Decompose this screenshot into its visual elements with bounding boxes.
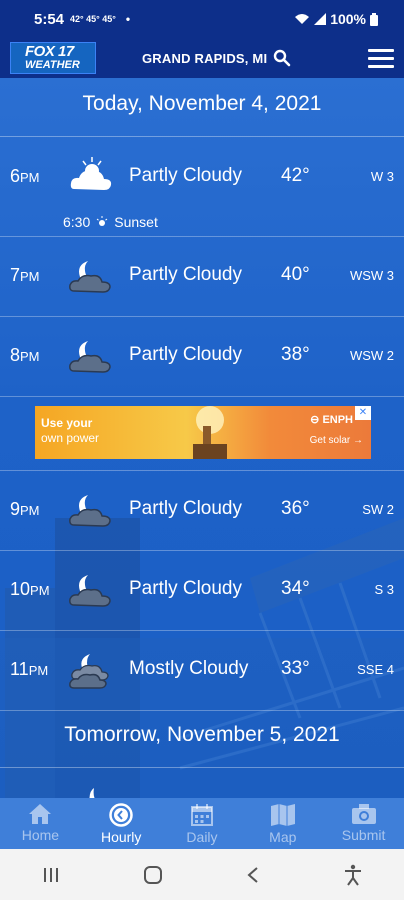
sunset-info: 6:30 Sunset <box>63 214 158 230</box>
condition-label: Partly Cloudy <box>129 165 242 186</box>
hour-label: 6 <box>10 166 21 186</box>
map-icon <box>270 804 295 826</box>
today-header: Today, November 4, 2021 <box>0 92 404 137</box>
temperature: 38° <box>281 344 310 365</box>
hour-label: 8 <box>10 345 21 365</box>
partly-cloudy-day-icon <box>70 157 112 190</box>
mostly-cloudy-night-icon <box>69 654 109 689</box>
hourly-forecast-list[interactable]: Today, November 4, 2021 6PM Partly Cloud… <box>0 78 404 798</box>
tab-map[interactable]: Map <box>242 798 323 849</box>
condition-label: Partly Cloudy <box>129 264 242 285</box>
temperature: 36° <box>281 498 310 519</box>
wifi-icon <box>295 14 310 24</box>
wind: SSE 4 <box>357 662 394 677</box>
location-label[interactable]: GRAND RAPIDS, MI <box>142 51 267 66</box>
battery-percent: 100% <box>330 11 366 27</box>
search-icon[interactable] <box>273 49 291 67</box>
hour-row[interactable]: 11PM Mostly Cloudy 33° SSE 4 <box>0 631 404 711</box>
temperature: 42° <box>281 165 310 186</box>
partly-cloudy-night-icon <box>89 788 95 798</box>
partly-cloudy-night-icon <box>69 575 111 607</box>
notification-dot-icon: • <box>125 12 131 26</box>
hour-row[interactable]: 8PM Partly Cloudy 38° WSW 2 <box>0 317 404 397</box>
condition-label: Partly Cloudy <box>129 498 242 519</box>
system-nav-bar <box>0 849 404 900</box>
tomorrow-header: Tomorrow, November 5, 2021 <box>0 723 404 768</box>
hour-row[interactable]: 9PM Partly Cloudy 36° SW 2 <box>0 471 404 551</box>
back-icon[interactable] <box>246 866 260 884</box>
partly-cloudy-night-icon <box>69 261 111 293</box>
hour-row[interactable]: 10PM Partly Cloudy 34° S 3 <box>0 551 404 631</box>
accessibility-icon[interactable] <box>343 864 363 886</box>
app-header: FOX 17 WEATHER GRAND RAPIDS, MI <box>0 38 404 78</box>
hour-row[interactable]: 7PM Partly Cloudy 40° WSW 3 <box>0 237 404 317</box>
hour-label: 7 <box>10 265 21 285</box>
condition-label: Partly Cloudy <box>129 344 242 365</box>
hour-label: 9 <box>10 499 21 519</box>
camera-icon <box>351 804 376 824</box>
hour-label: 10 <box>10 579 31 599</box>
tab-submit[interactable]: Submit <box>323 798 404 849</box>
hamburger-menu-icon[interactable] <box>368 44 394 73</box>
condition-label: Partly Cloudy <box>129 578 242 599</box>
temperature: 34° <box>281 578 310 599</box>
partly-cloudy-night-icon <box>69 495 111 527</box>
wind: WSW 2 <box>349 348 394 363</box>
signal-icon <box>314 13 327 25</box>
wind: W 3 <box>370 169 394 184</box>
sunset-time: 6:30 <box>63 214 91 230</box>
status-time: 5:54 <box>34 10 65 28</box>
hour-label: 11 <box>10 659 29 679</box>
clock-icon <box>109 803 133 827</box>
status-bar: 5:54 42° 45° 45° • 100% <box>0 0 404 38</box>
calendar-icon <box>190 804 213 826</box>
temperature: 33° <box>281 658 310 679</box>
tab-hourly[interactable]: Hourly <box>81 798 162 849</box>
sunset-icon <box>96 216 108 226</box>
wind: WSW 3 <box>349 268 394 283</box>
partly-cloudy-night-icon <box>69 341 111 373</box>
home-icon <box>29 804 52 824</box>
tab-home[interactable]: Home <box>0 798 81 849</box>
wind: SW 2 <box>362 502 394 517</box>
bottom-tab-bar: Home Hourly Daily Map Submit <box>0 798 404 849</box>
hour-row[interactable]: 6PM Partly Cloudy 42° W 3 6:30 Sunset <box>0 137 404 237</box>
recent-apps-icon[interactable] <box>42 867 60 883</box>
ad-divider <box>0 396 404 471</box>
home-button-icon[interactable] <box>143 865 163 885</box>
condition-label: Mostly Cloudy <box>129 658 249 679</box>
wind: S 3 <box>374 582 394 597</box>
status-temps: 42° 45° 45° <box>70 14 116 24</box>
tab-daily[interactable]: Daily <box>162 798 243 849</box>
battery-icon <box>370 12 378 26</box>
fox17-weather-logo[interactable]: FOX 17 WEATHER <box>10 42 96 74</box>
temperature: 40° <box>281 264 310 285</box>
sunset-label: Sunset <box>114 214 158 230</box>
